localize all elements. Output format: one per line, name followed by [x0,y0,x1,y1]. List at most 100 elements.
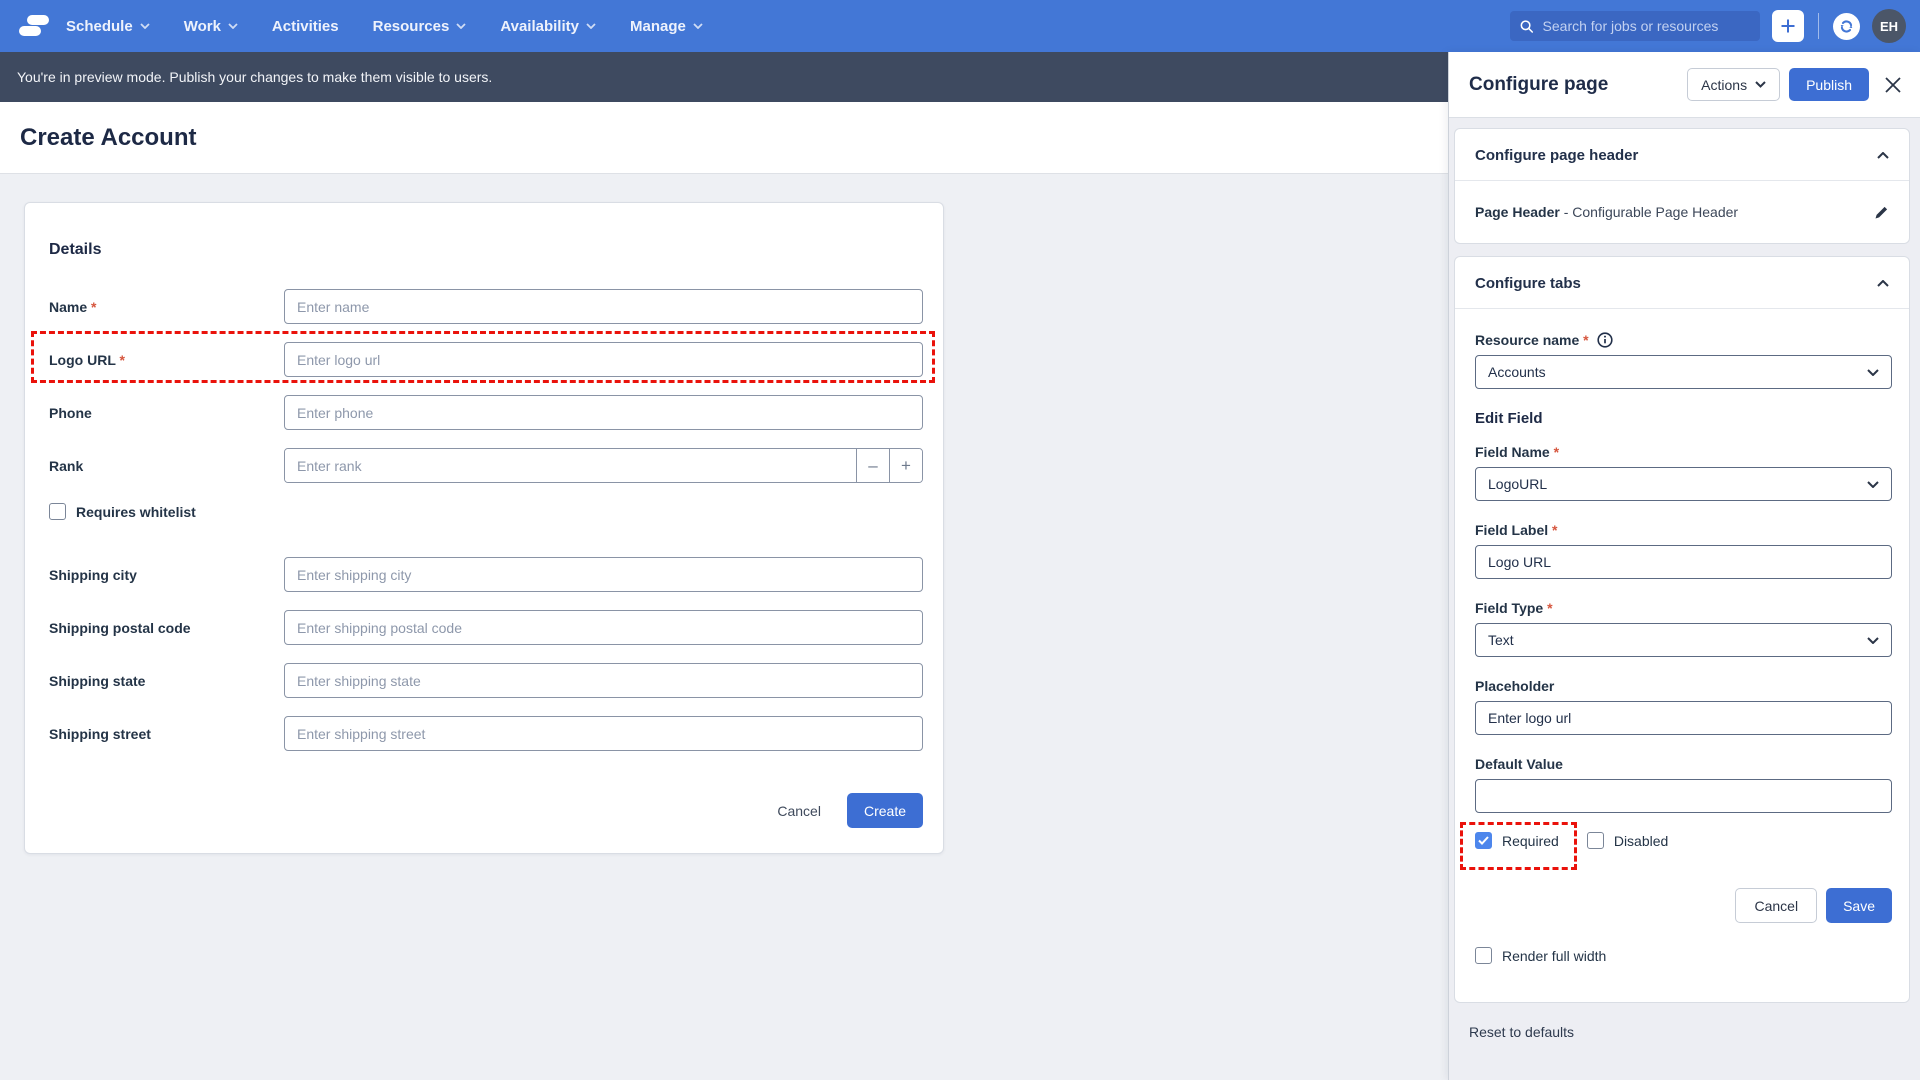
render-full-width-group: Render full width [1475,947,1892,964]
configure-page-header-toggle[interactable]: Configure page header [1455,129,1909,181]
sync-help-icon [1840,19,1853,33]
publish-button[interactable]: Publish [1789,68,1869,101]
nav-item-schedule[interactable]: Schedule [66,18,150,35]
create-new-button[interactable] [1772,10,1804,42]
rank-increment-button[interactable]: + [889,449,922,482]
shipping-city-field-row: Shipping city [49,557,923,592]
name-field-row: Name [49,289,923,324]
field-name-value: LogoURL [1488,476,1548,492]
shipping-state-field-row: Shipping state [49,663,923,698]
nav-item-label: Availability [500,17,579,35]
placeholder-label: Placeholder [1475,678,1555,694]
requires-whitelist-checkbox[interactable] [49,503,66,520]
close-panel-button[interactable] [1884,76,1902,94]
search-input[interactable] [1542,18,1750,34]
cancel-button[interactable]: Cancel [761,793,837,828]
default-value-label: Default Value [1475,756,1563,772]
disabled-checkbox[interactable] [1586,832,1604,849]
page-header-component-text: Page Header - Configurable Page Header [1475,204,1738,220]
nav-item-work[interactable]: Work [184,18,238,35]
name-input[interactable] [284,289,923,324]
chevron-down-icon [1867,636,1879,644]
actions-button[interactable]: Actions [1687,68,1781,101]
panel-cancel-button[interactable]: Cancel [1735,888,1818,923]
configure-tabs-toggle[interactable]: Configure tabs [1455,257,1909,309]
nav-item-availability[interactable]: Availability [500,18,596,35]
field-name-select[interactable]: LogoURL [1475,467,1892,501]
create-button[interactable]: Create [846,793,923,828]
phone-input[interactable] [284,395,923,430]
create-account-card: Details Name Logo URL Phone [24,202,944,854]
shipping-street-label: Shipping street [49,725,151,742]
field-type-label: Field Type [1475,600,1553,616]
details-section-title: Details [49,241,102,258]
requires-whitelist-row: Requires whitelist [49,503,923,520]
configure-page-header-card: Configure page header Page Header - Conf… [1454,128,1910,244]
nav-item-label: Resources [372,17,450,35]
shipping-postal-code-input[interactable] [284,610,923,645]
info-icon[interactable] [1597,332,1613,348]
form-actions: Cancel Create [49,793,923,828]
chevron-down-icon [1867,480,1879,488]
preview-mode-banner: You're in preview mode. Publish your cha… [0,52,1448,102]
edit-page-header-button[interactable] [1874,205,1889,220]
logo-url-input[interactable] [284,342,923,377]
placeholder-input[interactable] [1475,701,1892,735]
shipping-postal-code-field-row: Shipping postal code [49,610,923,645]
nav-item-resources[interactable]: Resources [373,18,467,35]
chevron-down-icon [693,23,703,29]
reset-to-defaults-link[interactable]: Reset to defaults [1469,1024,1910,1040]
actions-button-label: Actions [1701,76,1748,93]
phone-field-row: Phone [49,395,923,430]
shipping-state-input[interactable] [284,663,923,698]
close-icon [1885,76,1901,93]
shipping-city-input[interactable] [284,557,923,592]
shipping-state-label: Shipping state [49,672,146,689]
configure-tabs-title: Configure tabs [1475,275,1581,292]
field-label-label-row: Field Label [1475,522,1892,538]
default-value-input[interactable] [1475,779,1892,813]
check-icon [1478,836,1489,845]
chevron-down-icon [140,23,150,29]
field-type-select[interactable]: Text [1475,623,1892,657]
nav-item-label: Activities [271,17,339,35]
default-value-label-row: Default Value [1475,756,1892,772]
chevron-down-icon [456,23,466,29]
user-avatar[interactable]: EH [1872,9,1906,43]
render-full-width-label: Render full width [1502,947,1607,964]
field-name-label-row: Field Name [1475,444,1892,460]
resource-name-select[interactable]: Accounts [1475,355,1892,389]
component-desc: - Configurable Page Header [1559,204,1739,220]
nav-divider [1818,13,1819,39]
placeholder-label-row: Placeholder [1475,678,1892,694]
panel-header: Configure page Actions Publish [1449,52,1920,118]
required-disabled-row: Required Disabled [1460,822,1892,870]
required-checkbox[interactable] [1475,832,1492,849]
page-title: Create Account [20,123,197,151]
chevron-down-icon [228,23,238,29]
field-label-input[interactable] [1475,545,1892,579]
panel-save-button[interactable]: Save [1826,888,1892,923]
plus-icon [1781,19,1795,33]
rank-decrement-button[interactable]: – [856,449,889,482]
search-icon [1520,19,1534,33]
main-area: You're in preview mode. Publish your cha… [0,52,1448,1080]
component-name: Page Header [1475,204,1560,220]
required-checkbox-label: Required [1502,832,1559,849]
rank-input[interactable] [285,449,856,482]
render-full-width-checkbox[interactable] [1475,947,1492,964]
field-name-label: Field Name [1475,444,1559,460]
resource-name-label: Resource name [1475,332,1589,348]
nav-menu: Schedule Work Activities Resources Avail… [66,18,703,35]
nav-item-manage[interactable]: Manage [630,18,703,35]
chevron-up-icon [1877,152,1889,159]
nav-item-activities[interactable]: Activities [272,18,339,35]
field-type-value: Text [1488,632,1514,648]
logo-url-label: Logo URL [49,352,284,368]
panel-title: Configure page [1469,73,1609,95]
shipping-street-input[interactable] [284,716,923,751]
skedulo-logo-icon[interactable] [18,13,50,39]
help-button[interactable] [1833,12,1860,40]
minus-icon: – [868,455,878,475]
edit-field-title: Edit Field [1475,410,1543,427]
